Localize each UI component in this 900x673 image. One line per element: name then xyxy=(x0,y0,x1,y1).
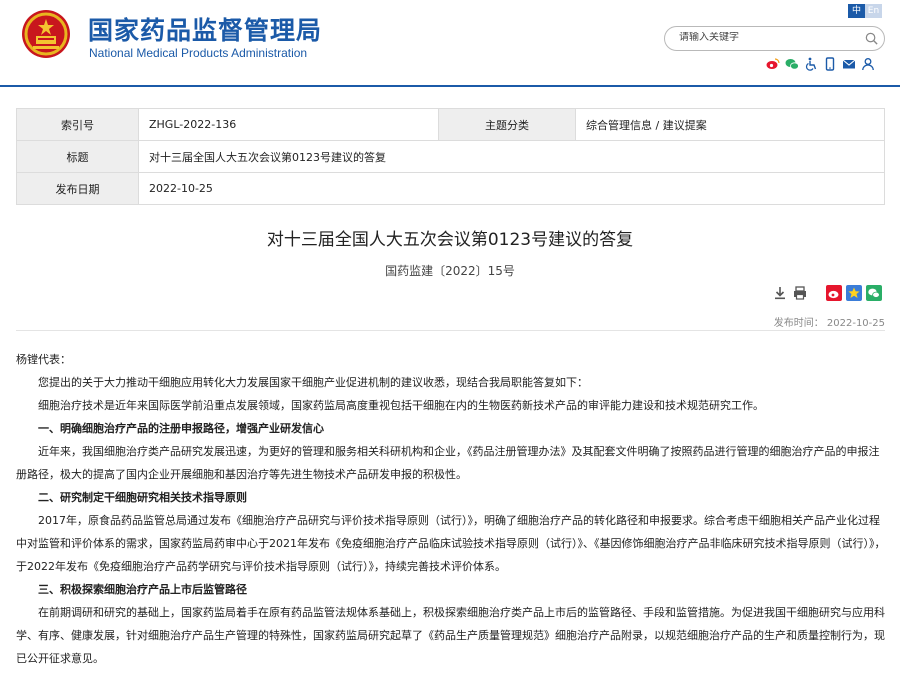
publish-time: 发布时间： 2022-10-25 xyxy=(773,318,885,329)
salutation: 杨镗代表： xyxy=(16,353,71,366)
article-title: 对十三届全国人大五次会议第0123号建议的答复 xyxy=(266,230,634,250)
body-paragraph: 近年来，我国细胞治疗类产品研究发展迅速，为更好的管理和服务相关科研机构和企业，《… xyxy=(16,445,880,481)
favorite-icon[interactable] xyxy=(846,285,862,301)
print-icon[interactable] xyxy=(792,285,808,301)
section-heading: 三、积极探索细胞治疗产品上市后监管路径 xyxy=(38,583,247,596)
title-value: 对十三届全国人大五次会议第0123号建议的答复 xyxy=(138,140,885,173)
lang-zh-button[interactable]: 中 xyxy=(848,4,865,18)
section-heading: 一、明确细胞治疗产品的注册申报路径，增强产业研发信心 xyxy=(38,422,324,435)
document-number: 国药监建〔2022〕15号 xyxy=(385,264,515,278)
weibo-share-icon[interactable] xyxy=(826,285,842,301)
wechat-share-icon[interactable] xyxy=(866,285,882,301)
tools-spacer xyxy=(812,285,822,301)
article-tools xyxy=(772,285,882,301)
body-paragraph: 在前期调研和研究的基础上，国家药监局着手在原有药品监管法规体系基础上，积极探索细… xyxy=(16,606,885,665)
weibo-icon[interactable] xyxy=(766,56,780,70)
index-value: ZHGL-2022-136 xyxy=(138,108,439,141)
accessibility-icon[interactable] xyxy=(804,56,818,71)
body-paragraph: 2017年，原食品药品监管总局通过发布《细胞治疗产品研究与评价技术指导原则（试行… xyxy=(16,514,886,573)
body-paragraph: 细胞治疗技术是近年来国际医学前沿重点发展领域，国家药监局高度重视包括干细胞在内的… xyxy=(38,399,764,412)
header-divider xyxy=(0,85,900,87)
mobile-icon[interactable] xyxy=(823,56,837,71)
language-switch: 中 En xyxy=(848,4,882,18)
section-heading: 二、研究制定干细胞研究相关技术指导原则 xyxy=(38,491,247,504)
user-icon[interactable] xyxy=(861,56,875,71)
document-meta-table: 索引号 ZHGL-2022-136 主题分类 综合管理信息 / 建议提案 标题 … xyxy=(16,108,885,205)
search-input[interactable] xyxy=(679,32,849,43)
search-icon[interactable] xyxy=(864,31,879,46)
search-box xyxy=(664,26,885,51)
wechat-icon[interactable] xyxy=(785,56,799,70)
site-title[interactable]: 国家药品监督管理局 xyxy=(88,11,322,47)
category-label: 主题分类 xyxy=(438,108,576,141)
email-icon[interactable] xyxy=(842,56,856,70)
title-label: 标题 xyxy=(16,140,139,173)
body-paragraph: 您提出的关于大力推动干细胞应用转化大力发展国家干细胞产业促进机制的建议收悉，现结… xyxy=(38,376,588,389)
lang-en-button[interactable]: En xyxy=(865,4,882,18)
category-value: 综合管理信息 / 建议提案 xyxy=(575,108,885,141)
national-emblem-icon xyxy=(22,10,70,58)
date-value: 2022-10-25 xyxy=(138,172,885,205)
site-header: 国家药品监督管理局 National Medical Products Admi… xyxy=(0,0,900,88)
site-subtitle: National Medical Products Administration xyxy=(89,46,308,60)
index-label: 索引号 xyxy=(16,108,139,141)
download-icon[interactable] xyxy=(772,285,788,301)
utility-icons xyxy=(766,56,875,71)
date-label: 发布日期 xyxy=(16,172,139,205)
article-body: 杨镗代表： 您提出的关于大力推动干细胞应用转化大力发展国家干细胞产业促进机制的建… xyxy=(16,348,886,670)
article-divider xyxy=(16,330,885,331)
